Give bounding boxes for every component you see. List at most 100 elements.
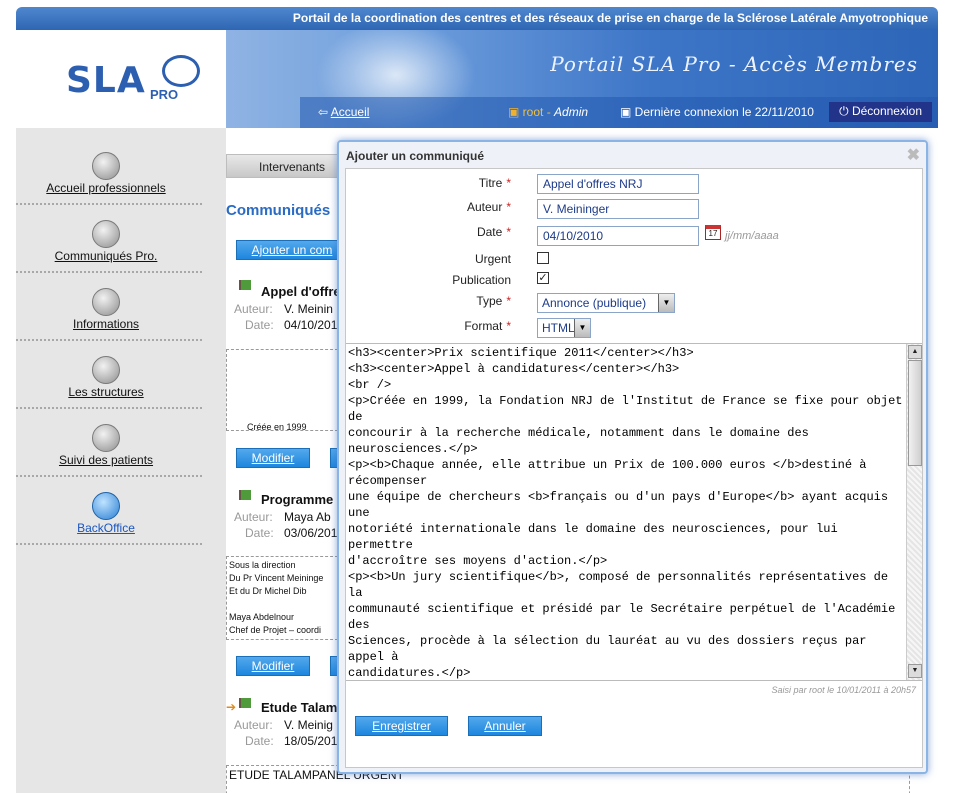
date-label: Date: xyxy=(245,526,274,540)
top-bar: Portail de la coordination des centres e… xyxy=(16,7,938,30)
date-value: 18/05/201 xyxy=(284,734,338,748)
sidebar-item-accueil[interactable]: Accueil professionnels xyxy=(16,152,226,220)
date-label: Date: xyxy=(245,734,274,748)
divider xyxy=(16,203,202,205)
edit-button[interactable]: Modifier xyxy=(236,656,310,676)
sidebar-item-label: Suivi des patients xyxy=(58,453,154,467)
add-communique-button[interactable]: Ajouter un com xyxy=(236,240,348,260)
flag-icon xyxy=(239,280,251,290)
author-value: V. Meinin xyxy=(284,302,333,316)
author-value: Maya Ab xyxy=(284,510,331,524)
editor-text[interactable]: <h3><center>Prix scientifique 2011</cent… xyxy=(348,345,903,680)
user-icon: ▣ xyxy=(508,105,523,119)
date-field[interactable]: 04/10/2010 xyxy=(537,226,699,246)
date-format-hint: jj/mm/aaaa xyxy=(725,230,779,242)
user-info-bar: ⇦ Accueil ▣ root - Admin ▣ Dernière conn… xyxy=(300,97,938,128)
scrollbar-thumb[interactable] xyxy=(908,360,922,466)
sidebar-item-backoffice[interactable]: BackOffice xyxy=(16,492,226,560)
sidebar-item-structures[interactable]: Les structures xyxy=(16,356,226,424)
chevron-down-icon: ▼ xyxy=(658,294,674,312)
author-label: Auteur: xyxy=(234,302,273,316)
login-icon: ▣ xyxy=(620,105,635,119)
scroll-up-icon[interactable]: ▲ xyxy=(908,345,922,359)
entry-title: Etude Talam xyxy=(261,700,338,715)
dialog-title: Ajouter un communiqué xyxy=(346,149,484,163)
publication-checkbox[interactable]: ✓ xyxy=(537,272,549,284)
calendar-icon[interactable]: 17 xyxy=(705,225,721,240)
header: Portail de la coordination des centres e… xyxy=(16,7,938,128)
sidebar-item-label: Communiqués Pro. xyxy=(54,249,158,263)
backoffice-icon xyxy=(92,492,120,520)
author-label: Auteur: xyxy=(234,510,273,524)
logo-text: SLA xyxy=(66,60,146,101)
sidebar-item-informations[interactable]: Informations xyxy=(16,288,226,356)
type-label: Type * xyxy=(476,294,511,308)
date-value: 03/06/201 xyxy=(284,526,338,540)
save-button[interactable]: Enregistrer xyxy=(355,716,448,736)
editor-scrollbar[interactable]: ▲ ▼ xyxy=(906,344,922,680)
news-icon xyxy=(92,220,120,248)
banner: Portail SLA Pro - Accès Membres ⇦ Accuei… xyxy=(226,30,938,128)
entry-preview: Créée en 1999 xyxy=(226,349,338,432)
last-login: ▣ Dernière connexion le 22/11/2010 xyxy=(620,105,814,119)
bell-icon xyxy=(92,152,120,180)
type-select[interactable]: Annonce (publique) ▼ xyxy=(537,293,675,313)
edit-button[interactable]: Modifier xyxy=(236,448,310,468)
chevron-down-icon: ▼ xyxy=(574,319,590,337)
entry-title: Appel d'offre xyxy=(261,284,341,299)
sidebar-item-label: Informations xyxy=(72,317,140,331)
dialog-body: Titre * Appel d'offres NRJ Auteur * V. Mei… xyxy=(345,168,923,768)
sidebar: Accueil professionnels Communiqués Pro. … xyxy=(16,128,226,793)
sidebar-item-communiques[interactable]: Communiqués Pro. xyxy=(16,220,226,288)
logo-sub: PRO xyxy=(150,87,179,102)
titre-label: Titre * xyxy=(478,176,511,190)
tree-icon xyxy=(162,55,200,87)
auteur-label: Auteur * xyxy=(466,200,511,214)
logo[interactable]: SLA PRO xyxy=(30,30,226,128)
close-icon[interactable]: ✖ xyxy=(907,145,920,165)
banner-title: Portail SLA Pro - Accès Membres xyxy=(550,52,918,76)
format-select[interactable]: HTML ▼ xyxy=(537,318,591,338)
urgent-checkbox[interactable] xyxy=(537,252,549,264)
sidebar-item-label: Les structures xyxy=(68,385,144,399)
add-communique-dialog: Ajouter un communiqué ✖ Titre * Appel d'o… xyxy=(337,140,928,774)
patient-icon xyxy=(92,424,120,452)
saved-by-info: Saisi par root le 10/01/2011 à 20h57 xyxy=(771,685,916,695)
scroll-down-icon[interactable]: ▼ xyxy=(908,664,922,678)
entry-preview: Sous la direction Du Pr Vincent Meininge… xyxy=(226,556,338,640)
page: Portail de la coordination des centres e… xyxy=(0,0,956,793)
sidebar-item-label: Accueil professionnels xyxy=(46,181,166,195)
format-label: Format * xyxy=(464,319,511,333)
author-value: V. Meinig xyxy=(284,718,333,732)
home-link[interactable]: ⇦ Accueil xyxy=(318,105,369,119)
date-label: Date: xyxy=(245,318,274,332)
structures-icon xyxy=(92,356,120,384)
document-icon xyxy=(92,288,120,316)
sidebar-item-suivi[interactable]: Suivi des patients xyxy=(16,424,226,492)
author-label: Auteur: xyxy=(234,718,273,732)
sidebar-item-label: BackOffice xyxy=(77,521,135,535)
flag-icon xyxy=(239,698,251,708)
user-info: ▣ root - Admin xyxy=(508,105,589,119)
date-label: Date * xyxy=(476,225,511,239)
titre-field[interactable]: Appel d'offres NRJ xyxy=(537,174,699,194)
divider xyxy=(16,475,202,477)
portal-description: Portail de la coordination des centres e… xyxy=(292,11,928,25)
divider xyxy=(16,271,202,273)
section-title: Communiqués xyxy=(226,202,331,219)
logout-button[interactable]: ⏻ Déconnexion xyxy=(829,102,932,122)
entry-title: Programme xyxy=(261,492,334,507)
content-editor[interactable]: <h3><center>Prix scientifique 2011</cent… xyxy=(346,343,922,681)
power-icon: ⏻ xyxy=(839,104,852,118)
arrow-left-icon: ⇦ xyxy=(318,105,331,119)
divider xyxy=(16,407,202,409)
auteur-field[interactable]: V. Meininger xyxy=(537,199,699,219)
publication-label: Publication xyxy=(452,273,511,287)
flag-icon xyxy=(239,490,251,500)
divider xyxy=(16,339,202,341)
cancel-button[interactable]: Annuler xyxy=(468,716,542,736)
arrow-right-icon: ➔ xyxy=(226,700,237,714)
tab-intervenants[interactable]: Intervenants xyxy=(226,154,346,178)
urgent-label: Urgent xyxy=(474,252,511,266)
divider xyxy=(16,543,202,545)
